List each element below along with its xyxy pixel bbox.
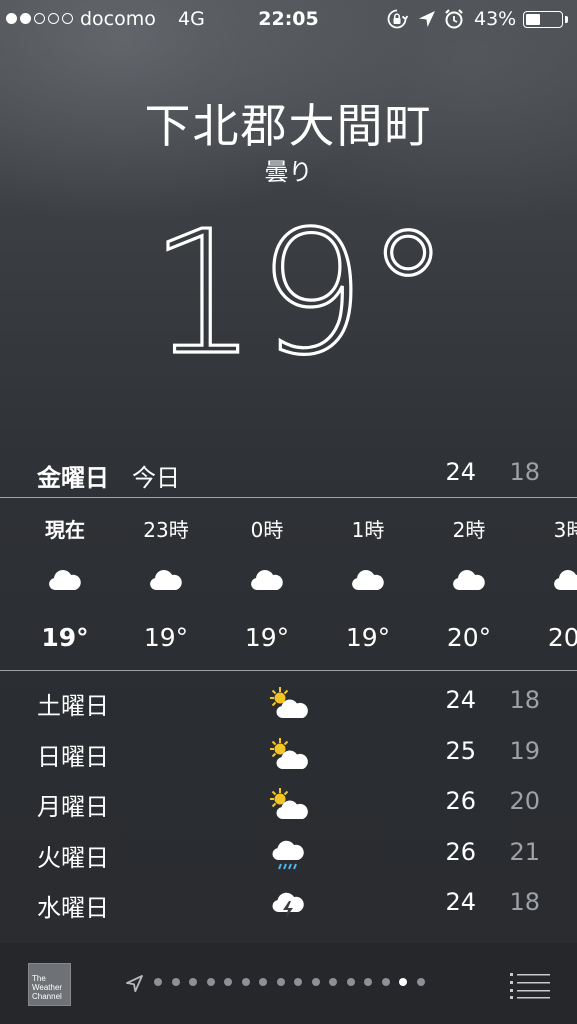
- day-low: 19: [509, 736, 540, 765]
- daily-row: 火曜日 26 21: [0, 832, 577, 882]
- page-dot[interactable]: [311, 978, 320, 986]
- page-dot[interactable]: [224, 978, 232, 986]
- day-low: 18: [509, 686, 540, 714]
- hourly-forecast[interactable]: 現在 19° 23時 19° 0時 19° 1時 19° 2時 20° 3時 20°: [0, 498, 577, 670]
- day-high: 24: [445, 888, 476, 916]
- battery-icon: [523, 11, 563, 28]
- hourly-item: 0時 19°: [217, 498, 317, 670]
- hourly-time: 現在: [45, 518, 85, 542]
- rotation-lock-icon: [387, 9, 408, 29]
- hourly-temp: 19°: [143, 623, 189, 652]
- day-name: 土曜日: [37, 692, 109, 720]
- page-dot[interactable]: [399, 978, 407, 986]
- day-name: 火曜日: [37, 843, 109, 872]
- hourly-temp: 19°: [244, 623, 290, 652]
- partly-sunny-icon: [266, 684, 310, 724]
- hourly-item: 23時 19°: [116, 498, 216, 670]
- thunderstorm-icon: [266, 886, 310, 926]
- page-dot[interactable]: [189, 978, 197, 986]
- page-dot[interactable]: [171, 978, 180, 986]
- page-dot[interactable]: [346, 978, 355, 986]
- daily-row: 日曜日 25 19: [0, 731, 577, 781]
- hourly-temp: 20°: [547, 623, 577, 652]
- daily-row: 土曜日 24 18: [0, 680, 577, 730]
- cloud-icon: [249, 568, 285, 592]
- divider-bottom: [0, 670, 577, 671]
- current-condition: 曇り: [264, 158, 313, 186]
- cloud-icon: [148, 568, 184, 592]
- day-high: 25: [445, 736, 476, 765]
- bottom-toolbar: The Weather Channel: [0, 943, 577, 1024]
- cloud-icon: [47, 568, 83, 592]
- page-dot[interactable]: [381, 978, 390, 986]
- page-dot[interactable]: [294, 978, 302, 986]
- location-services-icon: [419, 11, 435, 27]
- rain-icon: [266, 836, 310, 876]
- hourly-temp: 19°: [41, 623, 89, 652]
- hourly-time: 0時: [250, 518, 284, 542]
- day-name: 日曜日: [37, 742, 109, 771]
- hourly-time: 3時: [553, 518, 577, 542]
- weather-screen: docomo 4G 22:05 43% 下北郡大間町 曇り 19° 金曜日 今日…: [0, 0, 577, 1024]
- page-dot[interactable]: [276, 978, 285, 986]
- hourly-item: 現在 19°: [15, 498, 115, 670]
- hourly-temp: 19°: [345, 623, 391, 652]
- page-indicator[interactable]: [154, 978, 425, 986]
- daily-forecast[interactable]: 土曜日 24 18 日曜日 25 19 月曜日 26 20 火曜日 26 21 水曜日 24 18: [0, 680, 577, 942]
- hourly-temp: 20°: [446, 623, 492, 652]
- city-name: 下北郡大間町: [144, 99, 433, 153]
- current-temperature-text: 19°: [149, 195, 450, 367]
- page-dot[interactable]: [329, 978, 337, 986]
- today-high: 24: [445, 458, 476, 486]
- alarm-icon: [445, 9, 463, 29]
- partly-sunny-icon: [266, 735, 310, 775]
- current-temperature: 19°: [0, 192, 577, 367]
- hourly-item: 2時 20°: [419, 498, 519, 670]
- daily-row: 水曜日 24 18: [0, 882, 577, 932]
- hourly-time: 1時: [351, 518, 385, 542]
- list-icon[interactable]: [510, 971, 550, 999]
- page-dot[interactable]: [416, 978, 425, 986]
- cloud-icon: [451, 568, 487, 592]
- hourly-time: 2時: [452, 518, 486, 542]
- day-high: 24: [445, 686, 476, 714]
- hourly-time: 23時: [143, 518, 189, 542]
- page-dot[interactable]: [259, 978, 267, 986]
- page-dot[interactable]: [364, 978, 372, 986]
- hourly-item: 3時 20°: [520, 498, 577, 670]
- battery-percent: 43%: [474, 8, 517, 30]
- status-bar: docomo 4G 22:05 43%: [0, 0, 577, 38]
- hourly-item: 1時 19°: [318, 498, 418, 670]
- cloud-icon: [552, 568, 577, 592]
- weather-channel-logo[interactable]: The Weather Channel: [28, 963, 71, 1006]
- today-day: 金曜日: [37, 464, 109, 492]
- partly-sunny-icon: [266, 785, 310, 825]
- battery-level-fill: [526, 14, 541, 25]
- day-low: 18: [509, 888, 540, 916]
- page-dot[interactable]: [241, 978, 250, 986]
- day-low: 21: [509, 837, 540, 866]
- day-name: 月曜日: [37, 793, 109, 821]
- cloud-icon: [350, 568, 386, 592]
- today-low: 18: [509, 458, 540, 486]
- today-summary-row: 金曜日 今日 24 18: [0, 458, 577, 492]
- day-low: 20: [509, 787, 540, 815]
- today-label: 今日: [132, 464, 180, 492]
- battery-tip: [565, 16, 568, 23]
- page-dot[interactable]: [154, 978, 162, 986]
- day-high: 26: [445, 787, 476, 815]
- page-dot[interactable]: [206, 978, 215, 986]
- day-high: 26: [445, 837, 476, 866]
- day-name: 水曜日: [37, 894, 109, 922]
- daily-row: 月曜日 26 20: [0, 781, 577, 831]
- location-arrow-icon[interactable]: [124, 973, 146, 995]
